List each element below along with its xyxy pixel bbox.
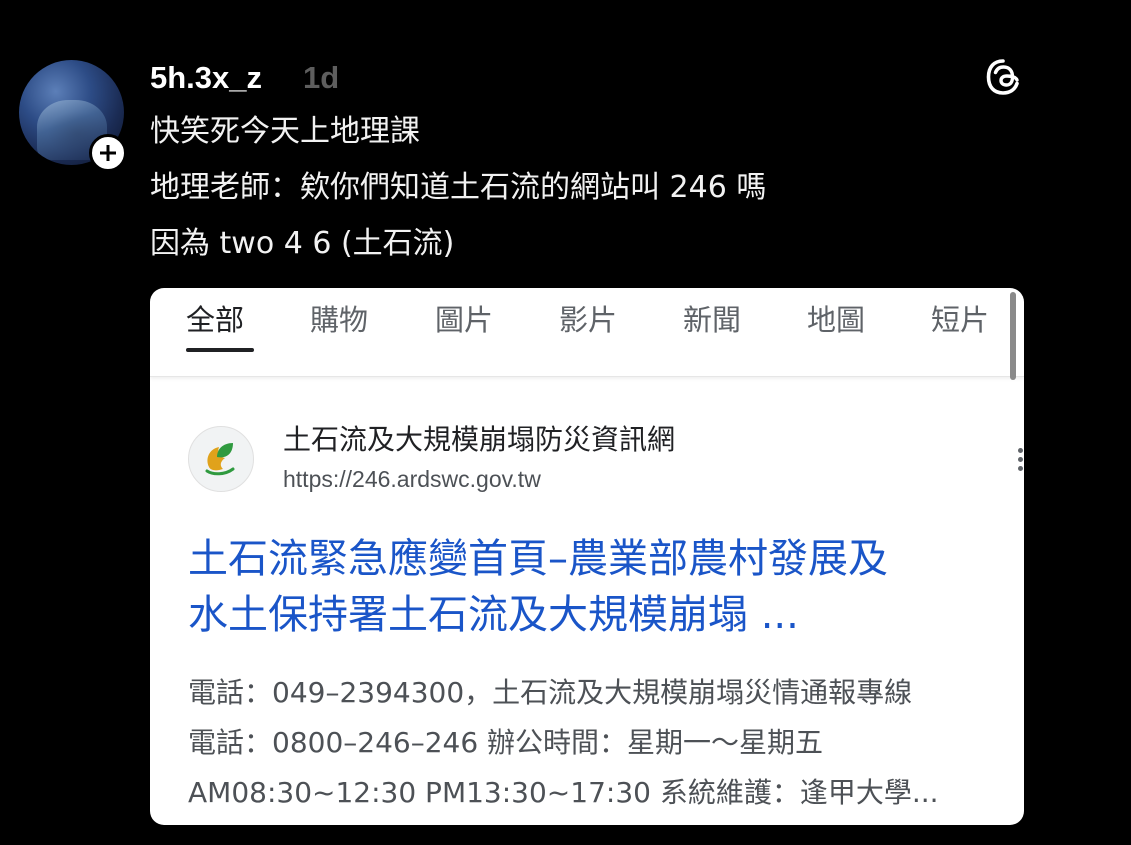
more-options-icon — [1016, 448, 1024, 476]
result-title-link: 土石流緊急應變首頁–農業部農村發展及 水土保持署土石流及大規模崩塌 ... — [188, 531, 1024, 643]
tab-videos: 影片 — [559, 303, 618, 337]
tab-shopping: 購物 — [310, 303, 369, 337]
post-text-line: 因為 two 4 6 (土石流) — [150, 226, 455, 261]
threads-logo-icon[interactable] — [983, 57, 1023, 97]
follow-plus-button[interactable] — [89, 134, 127, 172]
tab-shorts: 短片 — [931, 303, 990, 337]
active-tab-indicator — [186, 348, 254, 352]
post-text-line: 快笑死今天上地理課 — [150, 114, 420, 149]
result-snippet: 電話：049–2394300，土石流及大規模崩塌災情通報專線 電話：0800–2… — [188, 668, 1024, 818]
tab-maps: 地圖 — [807, 303, 866, 337]
site-favicon-icon — [188, 426, 254, 492]
tab-news: 新聞 — [683, 303, 742, 337]
snippet-line: AM08:30~12:30 PM13:30~17:30 系統維護：逢甲大學... — [188, 776, 939, 809]
username[interactable]: 5h.3x_z — [150, 58, 262, 98]
tab-images: 圖片 — [435, 303, 494, 337]
post-timestamp: 1d — [303, 60, 340, 95]
snippet-line: 電話：0800–246–246 辦公時間：星期一～星期五 — [188, 726, 824, 759]
result-site-name: 土石流及大規模崩塌防災資訊網 — [283, 423, 676, 456]
result-title-line: 水土保持署土石流及大規模崩塌 ... — [188, 592, 799, 638]
tab-all: 全部 — [186, 303, 245, 337]
search-screenshot-image[interactable]: 全部 購物 圖片 影片 新聞 地圖 短片 土石流及大規模崩塌防災資訊網 http… — [150, 288, 1024, 825]
result-title-line: 土石流緊急應變首頁–農業部農村發展及 — [188, 536, 888, 582]
scrollbar — [1010, 292, 1016, 380]
result-url: https://246.ardswc.gov.tw — [283, 466, 541, 492]
post-text-line: 地理老師：欸你們知道土石流的網站叫 246 嗎 — [150, 170, 767, 205]
plus-icon — [100, 145, 116, 161]
search-tabs-bar: 全部 購物 圖片 影片 新聞 地圖 短片 — [150, 288, 1024, 380]
snippet-line: 電話：049–2394300，土石流及大規模崩塌災情通報專線 — [188, 676, 913, 709]
